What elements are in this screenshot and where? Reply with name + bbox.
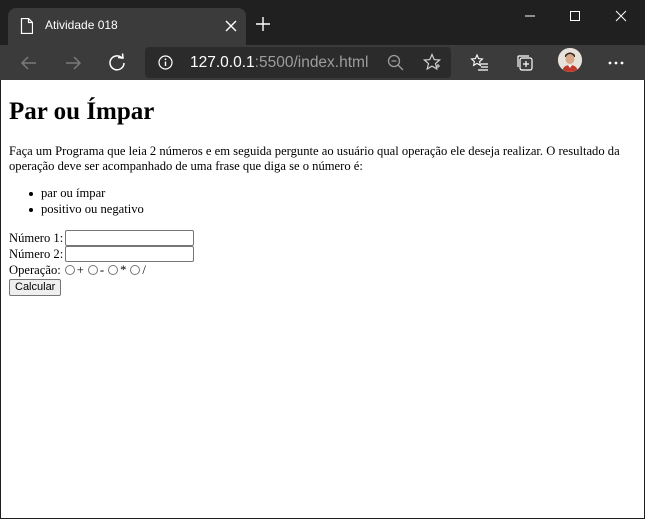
more-button[interactable]	[605, 52, 627, 74]
refresh-button[interactable]	[106, 52, 128, 74]
zoom-out-icon[interactable]	[387, 54, 404, 71]
url-host: 127.0.0.1	[190, 54, 255, 71]
operation-row: Operação: + - * /	[9, 262, 194, 278]
refresh-icon	[109, 53, 125, 71]
collections-icon	[517, 55, 533, 71]
page-icon	[20, 18, 33, 34]
submit-row: Calcular	[9, 278, 194, 296]
number2-row: Número 2:	[9, 246, 195, 262]
radio-subtract-label: -	[99, 263, 105, 277]
requirements-list: par ou ímpar positivo ou negativo	[9, 186, 144, 217]
more-options-icon	[608, 61, 624, 65]
profile-avatar[interactable]	[558, 48, 582, 72]
radio-multiply-label: *	[120, 263, 127, 277]
close-window-icon	[615, 10, 627, 22]
page-description: Faça um Programa que leia 2 números e em…	[9, 144, 620, 173]
address-bar[interactable]: 127.0.0.1:5500/index.html	[145, 47, 451, 78]
favorites-list-icon	[470, 53, 488, 71]
browser-toolbar: 127.0.0.1:5500/index.html	[0, 45, 645, 80]
back-button[interactable]	[18, 52, 40, 74]
minimize-button[interactable]	[507, 0, 553, 32]
radio-add-label: +	[76, 263, 84, 277]
favorites-button[interactable]	[469, 52, 491, 74]
forward-arrow-icon	[66, 56, 82, 70]
calculation-form: Número 1: Número 2: Operação: + - * / Calcul…	[9, 230, 195, 296]
close-tab-icon[interactable]	[223, 18, 239, 34]
minimize-icon	[525, 15, 535, 17]
collections-button[interactable]	[514, 52, 536, 74]
page-content: Par ou Ímpar Faça um Programa que leia 2…	[0, 80, 645, 519]
back-arrow-icon	[20, 56, 36, 70]
radio-subtract[interactable]	[87, 265, 98, 275]
maximize-button[interactable]	[552, 0, 598, 32]
number1-input[interactable]	[65, 230, 195, 246]
tab-title: Atividade 018	[45, 18, 118, 32]
number2-input[interactable]	[65, 246, 195, 262]
calculate-button[interactable]: Calcular	[9, 279, 62, 296]
list-item: positivo ou negativo	[9, 202, 144, 218]
favorite-star-icon[interactable]	[423, 53, 441, 71]
close-window-button[interactable]	[598, 0, 644, 32]
list-item: par ou ímpar	[9, 186, 144, 202]
page-heading: Par ou Ímpar	[9, 98, 155, 125]
maximize-icon	[570, 11, 580, 21]
forward-button[interactable]	[62, 52, 84, 74]
url-text[interactable]: 127.0.0.1:5500/index.html	[190, 54, 368, 72]
url-path: :5500/index.html	[254, 54, 369, 71]
operation-label: Operação:	[9, 263, 61, 277]
number1-row: Número 1:	[9, 230, 195, 246]
browser-titlebar: Atividade 018	[0, 0, 645, 45]
number1-label: Número 1:	[9, 231, 64, 245]
profile-photo-icon	[558, 48, 582, 72]
radio-divide-label: /	[142, 263, 146, 277]
browser-tab[interactable]: Atividade 018	[8, 8, 246, 45]
site-info-icon[interactable]	[158, 55, 173, 70]
radio-multiply[interactable]	[108, 265, 119, 275]
radio-add[interactable]	[64, 265, 75, 275]
radio-divide[interactable]	[130, 265, 141, 275]
new-tab-icon[interactable]	[254, 15, 272, 33]
number2-label: Número 2:	[9, 247, 64, 261]
